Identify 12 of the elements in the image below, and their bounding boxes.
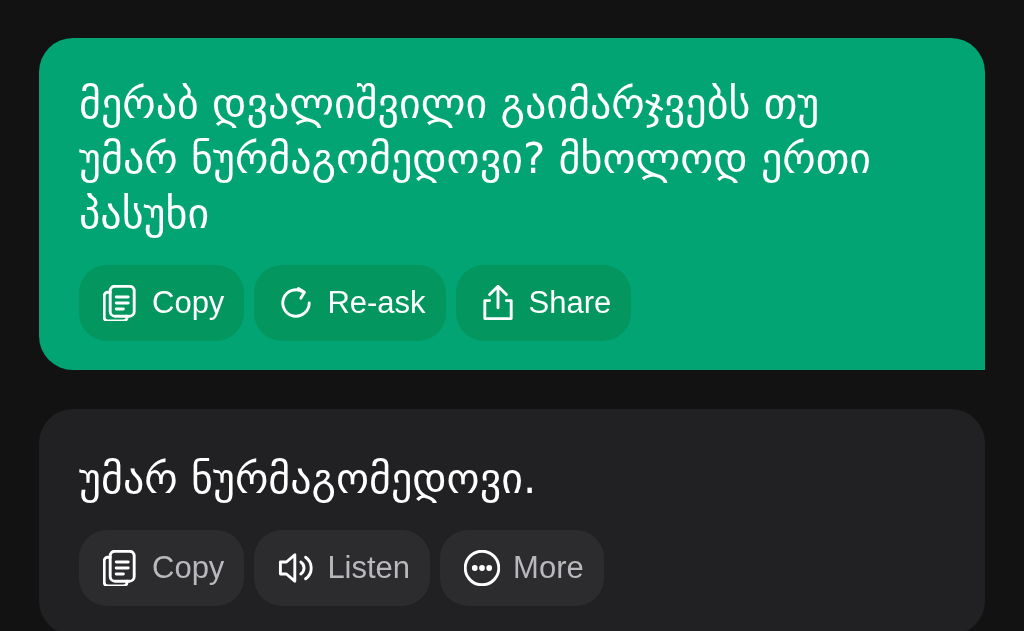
copy-button[interactable]: Copy [79,530,245,606]
copy-button[interactable]: Copy [79,265,245,341]
more-button[interactable]: More [440,530,604,606]
copy-icon [103,285,139,321]
speaker-icon [278,550,315,586]
share-button[interactable]: Share [455,265,632,341]
question-text: მერაბ დვალიშვილი გაიმარჯვებს თუ უმარ ნურმაგომედოვი? მხოლოდ ერთი პასუხი [79,78,872,240]
copy-icon [103,550,139,586]
speaker-button[interactable]: Listen [254,530,431,606]
answer-text: უმარ ნურმაგომედოვი. [79,453,538,505]
more-icon [464,550,501,586]
refresh-button[interactable]: Re-ask [254,265,446,341]
